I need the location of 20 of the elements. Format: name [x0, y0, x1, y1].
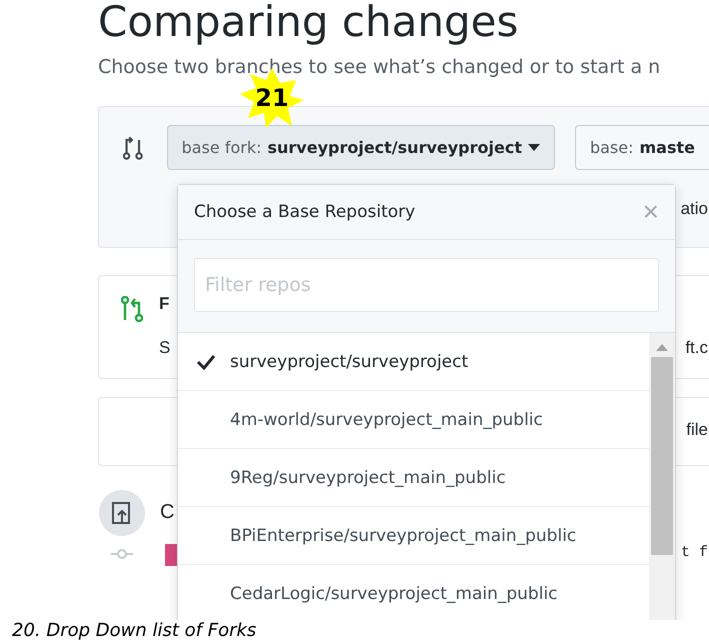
base-fork-button[interactable]: base fork: surveyproject/surveyproject	[166, 125, 555, 170]
card-text-fragment: ft.c	[685, 338, 708, 358]
scroll-up-icon[interactable]	[656, 343, 668, 351]
pull-request-icon	[121, 296, 143, 322]
card-heading: F	[159, 294, 170, 314]
scrollbar[interactable]	[649, 333, 675, 620]
commit-node-icon	[111, 548, 133, 560]
card-text: S	[159, 338, 170, 358]
page-title: Comparing changes	[98, 0, 520, 48]
figure-caption: 20. Drop Down list of Forks	[11, 620, 258, 642]
caret-icon	[528, 144, 540, 152]
commit-message-text: t f	[680, 544, 708, 561]
filter-field[interactable]: Filter repos	[194, 258, 659, 312]
commits-heading: C	[160, 501, 174, 524]
compare-note-text: atio	[680, 199, 708, 219]
commit-push-icon	[99, 490, 145, 536]
files-text: file	[686, 420, 708, 440]
base-branch-button[interactable]: base: maste	[574, 125, 709, 170]
repository-item[interactable]: surveyproject/surveyproject	[178, 333, 649, 391]
dropdown-title: Choose a Base Repository	[194, 202, 416, 222]
